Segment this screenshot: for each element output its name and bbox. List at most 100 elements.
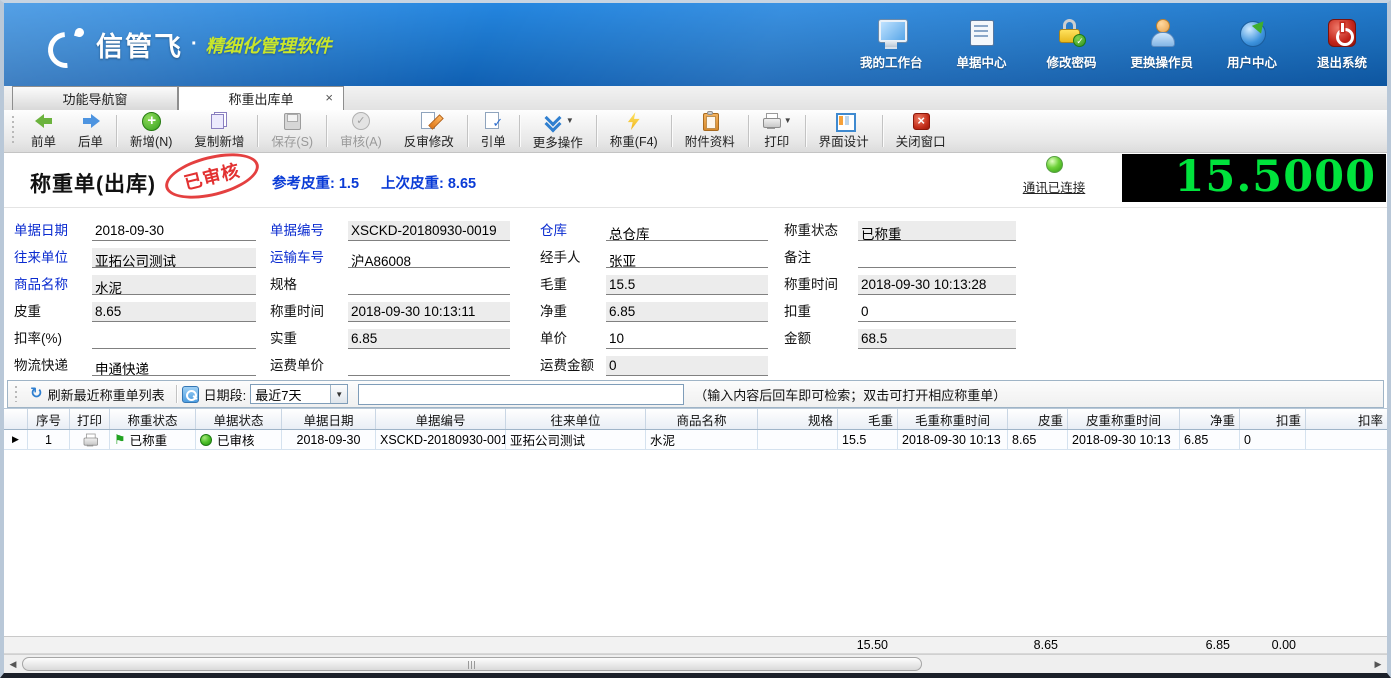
deduct-rate-field[interactable] xyxy=(92,329,256,349)
tab-function-navigator[interactable]: 功能导航窗 xyxy=(12,86,178,110)
cell-doc-date[interactable]: 2018-09-30 xyxy=(282,430,376,449)
change-password-button[interactable]: ✓ 修改密码 xyxy=(1040,19,1102,71)
horizontal-scrollbar[interactable]: ◀ ▶ xyxy=(4,654,1387,673)
col-header-doc-status[interactable]: 单据状态 xyxy=(196,409,282,429)
app-header: 信管飞 · 精细化管理软件 我的工作台 单据中心 ✓ 修改密码 更换操作员 xyxy=(4,3,1387,86)
switch-operator-button[interactable]: 更换操作员 xyxy=(1130,19,1193,71)
weigh-status-field[interactable]: 已称重 xyxy=(858,221,1016,241)
spec-field[interactable] xyxy=(348,275,510,295)
combo-dropdown-icon[interactable]: ▼ xyxy=(330,385,347,403)
more-actions-button[interactable]: ▼ 更多操作 xyxy=(522,110,594,152)
header-actions: 我的工作台 单据中心 ✓ 修改密码 更换操作员 用户中心 退出系统 xyxy=(860,19,1373,71)
import-doc-button[interactable]: 引单 xyxy=(470,110,517,152)
col-header-seq[interactable]: 序号 xyxy=(28,409,70,429)
col-header-tare-time[interactable]: 皮重称重时间 xyxy=(1068,409,1180,429)
brand-logo-icon xyxy=(46,28,86,62)
amount-field[interactable]: 68.5 xyxy=(858,329,1016,349)
freight-amount-field[interactable]: 0 xyxy=(606,356,768,376)
col-header-net[interactable]: 净重 xyxy=(1180,409,1240,429)
handler-field[interactable]: 张亚 xyxy=(606,248,768,268)
next-doc-button[interactable]: 后单 xyxy=(67,110,114,152)
audit-button[interactable]: 审核(A) xyxy=(329,110,393,152)
cell-deduct-rate[interactable] xyxy=(1306,430,1387,449)
ui-design-button[interactable]: 界面设计 xyxy=(808,110,880,152)
cell-print[interactable] xyxy=(70,430,110,449)
field-label: 商品名称 xyxy=(14,273,92,295)
col-header-gross-time[interactable]: 毛重称重时间 xyxy=(898,409,1008,429)
cell-net[interactable]: 6.85 xyxy=(1180,430,1240,449)
connection-status[interactable]: 通讯已连接 xyxy=(1009,156,1099,196)
search-input[interactable] xyxy=(358,384,684,405)
cell-tare-time[interactable]: 2018-09-30 10:13 xyxy=(1068,430,1180,449)
save-button[interactable]: 保存(S) xyxy=(260,110,324,152)
doc-date-field[interactable]: 2018-09-30 xyxy=(92,221,256,241)
partner-field[interactable]: 亚拓公司测试 xyxy=(92,248,256,268)
tab-strip: 功能导航窗 称重出库单 × xyxy=(4,86,1387,110)
col-header-spec[interactable]: 规格 xyxy=(758,409,838,429)
new-button[interactable]: 新增(N) xyxy=(119,110,183,152)
remark-field[interactable] xyxy=(858,248,1016,268)
unit-price-field[interactable]: 10 xyxy=(606,329,768,349)
col-header-doc-no[interactable]: 单据编号 xyxy=(376,409,506,429)
row-printer-icon[interactable] xyxy=(82,433,96,446)
cell-partner[interactable]: 亚拓公司测试 xyxy=(506,430,646,449)
cell-gross[interactable]: 15.5 xyxy=(838,430,898,449)
date-range-select[interactable]: 最近7天 ▼ xyxy=(250,384,348,404)
exit-system-button[interactable]: 退出系统 xyxy=(1311,19,1373,71)
col-header-product[interactable]: 商品名称 xyxy=(646,409,758,429)
cell-gross-time[interactable]: 2018-09-30 10:13 xyxy=(898,430,1008,449)
col-header-tare[interactable]: 皮重 xyxy=(1008,409,1068,429)
copy-docs-icon xyxy=(209,112,229,129)
freight-price-field[interactable] xyxy=(348,356,510,376)
net-weight-field[interactable]: 6.85 xyxy=(606,302,768,322)
refresh-list-button[interactable]: ↻ 刷新最近称重单列表 xyxy=(24,383,171,406)
scrollbar-thumb[interactable] xyxy=(22,657,922,671)
cell-tare[interactable]: 8.65 xyxy=(1008,430,1068,449)
document-center-button[interactable]: 单据中心 xyxy=(950,19,1012,71)
col-header-gross[interactable]: 毛重 xyxy=(838,409,898,429)
cell-seq[interactable]: 1 xyxy=(28,430,70,449)
cell-doc-no[interactable]: XSCKD-20180930-0019 xyxy=(376,430,506,449)
current-row-arrow-icon: ▶ xyxy=(12,434,19,445)
grid-summary-row: 15.50 8.65 6.85 0.00 xyxy=(4,636,1387,654)
copy-new-button[interactable]: 复制新增 xyxy=(183,110,255,152)
col-header-doc-date[interactable]: 单据日期 xyxy=(282,409,376,429)
weigh-time2-field[interactable]: 2018-09-30 10:13:28 xyxy=(858,275,1016,295)
doc-no-field[interactable]: XSCKD-20180930-0019 xyxy=(348,221,510,241)
cell-weigh-status[interactable]: ⚑已称重 xyxy=(110,430,196,449)
audit-check-icon xyxy=(351,112,371,129)
col-header-weigh-status[interactable]: 称重状态 xyxy=(110,409,196,429)
tare-weight-field[interactable]: 8.65 xyxy=(92,302,256,322)
product-name-field[interactable]: 水泥 xyxy=(92,275,256,295)
weigh-time-field[interactable]: 2018-09-30 10:13:11 xyxy=(348,302,510,322)
actual-weight-field[interactable]: 6.85 xyxy=(348,329,510,349)
gross-weight-field[interactable]: 15.5 xyxy=(606,275,768,295)
user-center-button[interactable]: 用户中心 xyxy=(1221,19,1283,71)
cell-doc-status[interactable]: 已审核 xyxy=(196,430,282,449)
weigh-button[interactable]: 称重(F4) xyxy=(599,110,669,152)
tab-weigh-outbound[interactable]: 称重出库单 × xyxy=(178,86,344,110)
print-button[interactable]: ▼ 打印 xyxy=(751,110,803,152)
brand: 信管飞 · 精细化管理软件 xyxy=(46,25,332,64)
col-header-partner[interactable]: 往来单位 xyxy=(506,409,646,429)
col-header-deduct-rate[interactable]: 扣率 xyxy=(1306,409,1387,429)
col-header-deduct[interactable]: 扣重 xyxy=(1240,409,1306,429)
cell-deduct[interactable]: 0 xyxy=(1240,430,1306,449)
warehouse-field[interactable]: 总仓库 xyxy=(606,221,768,241)
tab-close-icon[interactable]: × xyxy=(325,91,333,104)
vehicle-no-field[interactable]: 沪A86008 xyxy=(348,248,510,268)
scroll-right-arrow-icon[interactable]: ▶ xyxy=(1371,657,1385,671)
cell-spec[interactable] xyxy=(758,430,838,449)
table-row[interactable]: ▶ 1 ⚑已称重 已审核 2018-09-30 XSCKD-20180930-0… xyxy=(4,430,1387,450)
close-window-button[interactable]: 关闭窗口 xyxy=(885,110,957,152)
my-workbench-button[interactable]: 我的工作台 xyxy=(860,19,923,71)
cell-product[interactable]: 水泥 xyxy=(646,430,758,449)
prev-arrow-icon xyxy=(34,112,54,129)
attachment-button[interactable]: 附件资料 xyxy=(674,110,746,152)
col-header-print[interactable]: 打印 xyxy=(70,409,110,429)
scroll-left-arrow-icon[interactable]: ◀ xyxy=(6,657,20,671)
deduct-weight-field[interactable]: 0 xyxy=(858,302,1016,322)
prev-doc-button[interactable]: 前单 xyxy=(20,110,67,152)
unaudit-edit-button[interactable]: 反审修改 xyxy=(393,110,465,152)
logistics-field[interactable]: 申通快递 xyxy=(92,356,256,376)
